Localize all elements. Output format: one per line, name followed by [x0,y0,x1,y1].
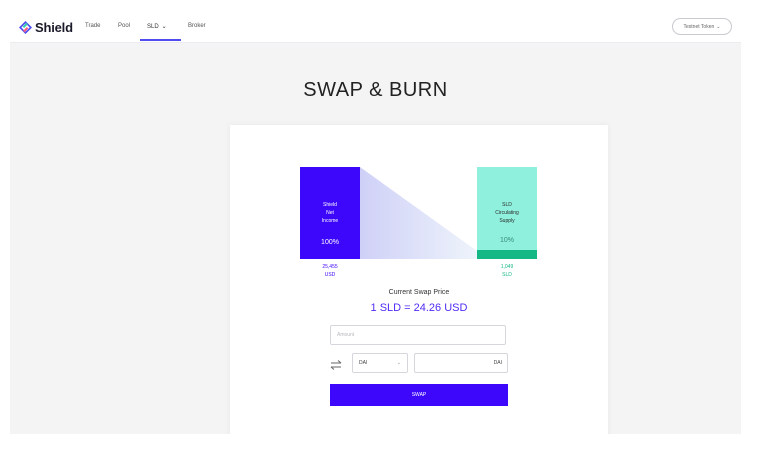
supply-amount: 1,049 [500,264,514,270]
token-select-value: DAI [359,360,368,366]
swap-price-label: Current Swap Price [388,289,450,296]
nav-sld-label: SLD [147,24,159,30]
net-income-label-line1: Shield [323,202,337,208]
net-income-amount: 25,455 [322,264,338,270]
chevron-down-icon: ⌄ [396,360,401,366]
supply-label-line1: SLD [502,202,512,208]
swap-price-value: 1 SLD = 24.26 USD [370,302,468,314]
output-amount-field[interactable]: DAI [414,353,508,373]
burn-chart: Shield Net Income 100% SLD Circulating S… [300,167,538,259]
net-income-bar: Shield Net Income 100% [300,167,360,259]
net-income-unit: USD [324,272,336,278]
page-title: SWAP & BURN [303,79,448,101]
swap-arrows-icon[interactable] [330,360,342,370]
nav-active-indicator [140,39,181,41]
supply-unit: SLD [502,272,512,278]
supply-fill [477,249,537,259]
net-income-label-line2: Net [326,210,334,216]
swap-button[interactable]: SWAP [330,384,508,406]
net-income-label: Shield Net Income [300,201,360,225]
testnet-token-button[interactable]: Testnet Token ⌄ [672,18,732,35]
brand-name: Shield [35,20,73,35]
chevron-down-icon: ⌄ [161,24,167,30]
nav-broker[interactable]: Broker [188,23,206,29]
nav-trade[interactable]: Trade [85,23,100,29]
circulating-supply-bar: SLD Circulating Supply 10% [477,167,537,259]
token-select[interactable]: DAI ⌄ [352,353,408,373]
nav-pool[interactable]: Pool [118,23,130,29]
brand-logo[interactable]: Shield [19,20,73,35]
testnet-token-label: Testnet Token [683,23,715,30]
supply-percent: 10% [499,237,514,244]
swap-card: Shield Net Income 100% SLD Circulating S… [230,125,608,434]
supply-value: 1,049 SLD [477,263,537,279]
top-navbar: Shield Trade Pool SLD ⌄ Broker Testnet To… [10,14,741,43]
shield-logo-icon [19,21,32,34]
conversion-wedge [360,167,477,259]
amount-input[interactable] [330,325,506,345]
net-income-percent: 100% [321,239,339,246]
net-income-label-line3: Income [321,218,339,224]
supply-label-line2: Circulating [495,210,519,216]
net-income-value: 25,455 USD [300,263,360,279]
app-window: Shield Trade Pool SLD ⌄ Broker Testnet To… [10,14,741,434]
supply-label-line3: Supply [499,218,515,224]
output-unit: DAI [493,360,502,366]
chevron-down-icon: ⌄ [716,23,721,30]
nav-sld[interactable]: SLD ⌄ [147,23,167,30]
supply-label: SLD Circulating Supply [477,201,537,225]
